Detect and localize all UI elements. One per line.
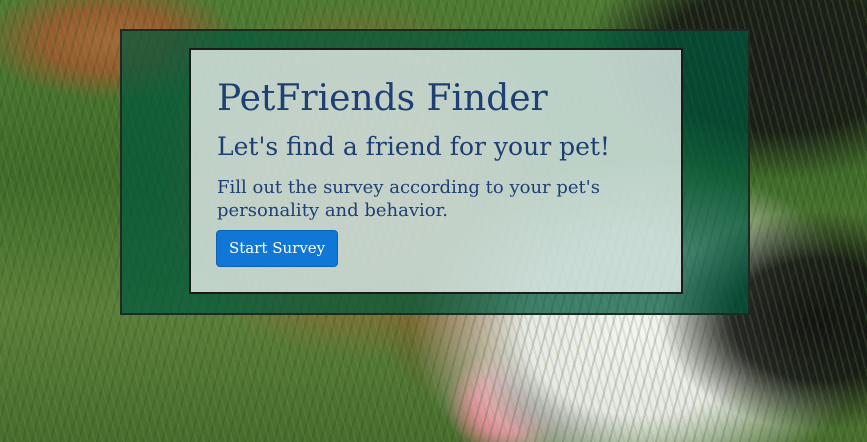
page-description: Fill out the survey according to your pe…	[217, 177, 600, 221]
page-title: PetFriends Finder	[217, 78, 548, 119]
page-subtitle: Let's find a friend for your pet!	[217, 132, 610, 161]
start-survey-button[interactable]: Start Survey	[216, 230, 339, 267]
hero-card: PetFriends Finder Let's find a friend fo…	[189, 48, 683, 294]
